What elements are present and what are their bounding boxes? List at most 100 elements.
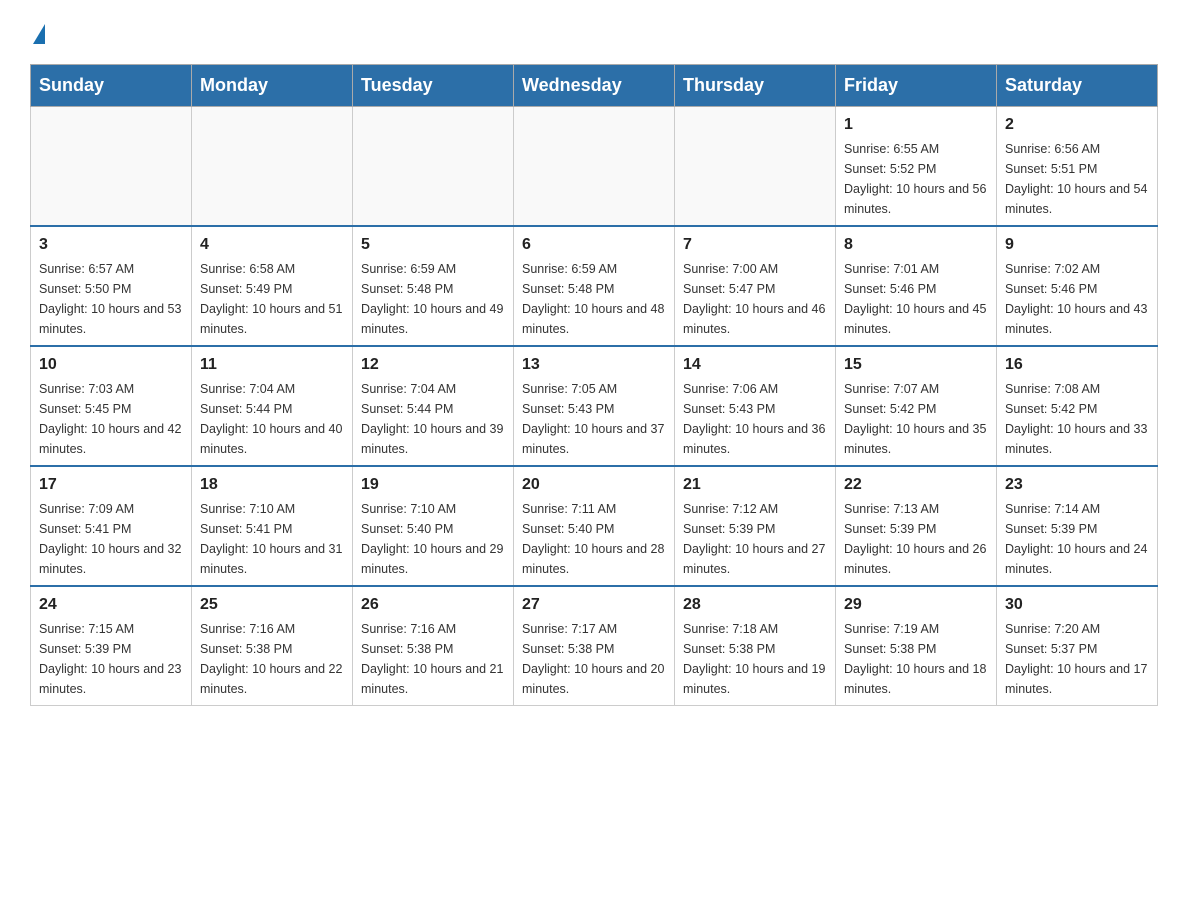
calendar-cell: 29Sunrise: 7:19 AMSunset: 5:38 PMDayligh… (836, 586, 997, 706)
day-info: Sunrise: 7:15 AMSunset: 5:39 PMDaylight:… (39, 619, 183, 699)
day-info: Sunrise: 7:07 AMSunset: 5:42 PMDaylight:… (844, 379, 988, 459)
day-number: 22 (844, 473, 988, 497)
day-info: Sunrise: 7:01 AMSunset: 5:46 PMDaylight:… (844, 259, 988, 339)
column-header-monday: Monday (192, 65, 353, 107)
column-header-thursday: Thursday (675, 65, 836, 107)
day-number: 20 (522, 473, 666, 497)
calendar-cell: 11Sunrise: 7:04 AMSunset: 5:44 PMDayligh… (192, 346, 353, 466)
calendar-cell (514, 107, 675, 227)
day-info: Sunrise: 7:17 AMSunset: 5:38 PMDaylight:… (522, 619, 666, 699)
day-number: 5 (361, 233, 505, 257)
day-info: Sunrise: 6:56 AMSunset: 5:51 PMDaylight:… (1005, 139, 1149, 219)
calendar-cell: 23Sunrise: 7:14 AMSunset: 5:39 PMDayligh… (997, 466, 1158, 586)
day-info: Sunrise: 7:02 AMSunset: 5:46 PMDaylight:… (1005, 259, 1149, 339)
day-info: Sunrise: 7:11 AMSunset: 5:40 PMDaylight:… (522, 499, 666, 579)
day-info: Sunrise: 7:13 AMSunset: 5:39 PMDaylight:… (844, 499, 988, 579)
day-info: Sunrise: 7:10 AMSunset: 5:40 PMDaylight:… (361, 499, 505, 579)
day-number: 4 (200, 233, 344, 257)
day-number: 2 (1005, 113, 1149, 137)
day-number: 16 (1005, 353, 1149, 377)
calendar-cell: 27Sunrise: 7:17 AMSunset: 5:38 PMDayligh… (514, 586, 675, 706)
day-number: 23 (1005, 473, 1149, 497)
column-header-wednesday: Wednesday (514, 65, 675, 107)
calendar-cell: 4Sunrise: 6:58 AMSunset: 5:49 PMDaylight… (192, 226, 353, 346)
day-info: Sunrise: 7:12 AMSunset: 5:39 PMDaylight:… (683, 499, 827, 579)
day-number: 11 (200, 353, 344, 377)
calendar-cell: 6Sunrise: 6:59 AMSunset: 5:48 PMDaylight… (514, 226, 675, 346)
calendar-cell: 10Sunrise: 7:03 AMSunset: 5:45 PMDayligh… (31, 346, 192, 466)
day-number: 30 (1005, 593, 1149, 617)
calendar-cell: 26Sunrise: 7:16 AMSunset: 5:38 PMDayligh… (353, 586, 514, 706)
day-info: Sunrise: 7:14 AMSunset: 5:39 PMDaylight:… (1005, 499, 1149, 579)
day-number: 12 (361, 353, 505, 377)
calendar-cell: 8Sunrise: 7:01 AMSunset: 5:46 PMDaylight… (836, 226, 997, 346)
day-info: Sunrise: 7:03 AMSunset: 5:45 PMDaylight:… (39, 379, 183, 459)
calendar-cell (31, 107, 192, 227)
day-number: 8 (844, 233, 988, 257)
day-info: Sunrise: 7:19 AMSunset: 5:38 PMDaylight:… (844, 619, 988, 699)
logo-triangle-icon (33, 24, 45, 44)
calendar-cell: 1Sunrise: 6:55 AMSunset: 5:52 PMDaylight… (836, 107, 997, 227)
day-number: 10 (39, 353, 183, 377)
day-number: 9 (1005, 233, 1149, 257)
page-header (30, 20, 1158, 44)
calendar-cell: 30Sunrise: 7:20 AMSunset: 5:37 PMDayligh… (997, 586, 1158, 706)
calendar-header-row: SundayMondayTuesdayWednesdayThursdayFrid… (31, 65, 1158, 107)
day-info: Sunrise: 6:55 AMSunset: 5:52 PMDaylight:… (844, 139, 988, 219)
day-info: Sunrise: 7:05 AMSunset: 5:43 PMDaylight:… (522, 379, 666, 459)
column-header-saturday: Saturday (997, 65, 1158, 107)
calendar-cell (675, 107, 836, 227)
day-info: Sunrise: 7:09 AMSunset: 5:41 PMDaylight:… (39, 499, 183, 579)
calendar-cell: 13Sunrise: 7:05 AMSunset: 5:43 PMDayligh… (514, 346, 675, 466)
day-number: 17 (39, 473, 183, 497)
calendar-week-row: 24Sunrise: 7:15 AMSunset: 5:39 PMDayligh… (31, 586, 1158, 706)
day-info: Sunrise: 6:59 AMSunset: 5:48 PMDaylight:… (361, 259, 505, 339)
day-number: 18 (200, 473, 344, 497)
day-info: Sunrise: 7:04 AMSunset: 5:44 PMDaylight:… (200, 379, 344, 459)
calendar-cell: 15Sunrise: 7:07 AMSunset: 5:42 PMDayligh… (836, 346, 997, 466)
day-info: Sunrise: 7:20 AMSunset: 5:37 PMDaylight:… (1005, 619, 1149, 699)
calendar-table: SundayMondayTuesdayWednesdayThursdayFrid… (30, 64, 1158, 706)
column-header-friday: Friday (836, 65, 997, 107)
calendar-cell: 19Sunrise: 7:10 AMSunset: 5:40 PMDayligh… (353, 466, 514, 586)
calendar-cell: 7Sunrise: 7:00 AMSunset: 5:47 PMDaylight… (675, 226, 836, 346)
calendar-cell: 22Sunrise: 7:13 AMSunset: 5:39 PMDayligh… (836, 466, 997, 586)
day-info: Sunrise: 6:57 AMSunset: 5:50 PMDaylight:… (39, 259, 183, 339)
calendar-cell: 24Sunrise: 7:15 AMSunset: 5:39 PMDayligh… (31, 586, 192, 706)
calendar-cell: 12Sunrise: 7:04 AMSunset: 5:44 PMDayligh… (353, 346, 514, 466)
calendar-cell: 14Sunrise: 7:06 AMSunset: 5:43 PMDayligh… (675, 346, 836, 466)
column-header-tuesday: Tuesday (353, 65, 514, 107)
calendar-cell: 28Sunrise: 7:18 AMSunset: 5:38 PMDayligh… (675, 586, 836, 706)
calendar-cell: 16Sunrise: 7:08 AMSunset: 5:42 PMDayligh… (997, 346, 1158, 466)
calendar-cell: 9Sunrise: 7:02 AMSunset: 5:46 PMDaylight… (997, 226, 1158, 346)
day-info: Sunrise: 7:10 AMSunset: 5:41 PMDaylight:… (200, 499, 344, 579)
calendar-cell: 25Sunrise: 7:16 AMSunset: 5:38 PMDayligh… (192, 586, 353, 706)
day-number: 19 (361, 473, 505, 497)
column-header-sunday: Sunday (31, 65, 192, 107)
day-number: 3 (39, 233, 183, 257)
calendar-cell: 5Sunrise: 6:59 AMSunset: 5:48 PMDaylight… (353, 226, 514, 346)
calendar-cell: 21Sunrise: 7:12 AMSunset: 5:39 PMDayligh… (675, 466, 836, 586)
calendar-cell: 2Sunrise: 6:56 AMSunset: 5:51 PMDaylight… (997, 107, 1158, 227)
day-info: Sunrise: 6:59 AMSunset: 5:48 PMDaylight:… (522, 259, 666, 339)
day-number: 25 (200, 593, 344, 617)
day-number: 29 (844, 593, 988, 617)
calendar-cell: 3Sunrise: 6:57 AMSunset: 5:50 PMDaylight… (31, 226, 192, 346)
calendar-cell (192, 107, 353, 227)
day-info: Sunrise: 7:04 AMSunset: 5:44 PMDaylight:… (361, 379, 505, 459)
day-number: 21 (683, 473, 827, 497)
calendar-cell: 20Sunrise: 7:11 AMSunset: 5:40 PMDayligh… (514, 466, 675, 586)
calendar-week-row: 1Sunrise: 6:55 AMSunset: 5:52 PMDaylight… (31, 107, 1158, 227)
calendar-cell (353, 107, 514, 227)
day-info: Sunrise: 7:16 AMSunset: 5:38 PMDaylight:… (200, 619, 344, 699)
day-number: 7 (683, 233, 827, 257)
day-info: Sunrise: 7:18 AMSunset: 5:38 PMDaylight:… (683, 619, 827, 699)
day-number: 24 (39, 593, 183, 617)
calendar-week-row: 3Sunrise: 6:57 AMSunset: 5:50 PMDaylight… (31, 226, 1158, 346)
day-number: 28 (683, 593, 827, 617)
day-number: 26 (361, 593, 505, 617)
day-number: 6 (522, 233, 666, 257)
day-number: 15 (844, 353, 988, 377)
day-info: Sunrise: 7:06 AMSunset: 5:43 PMDaylight:… (683, 379, 827, 459)
calendar-cell: 18Sunrise: 7:10 AMSunset: 5:41 PMDayligh… (192, 466, 353, 586)
